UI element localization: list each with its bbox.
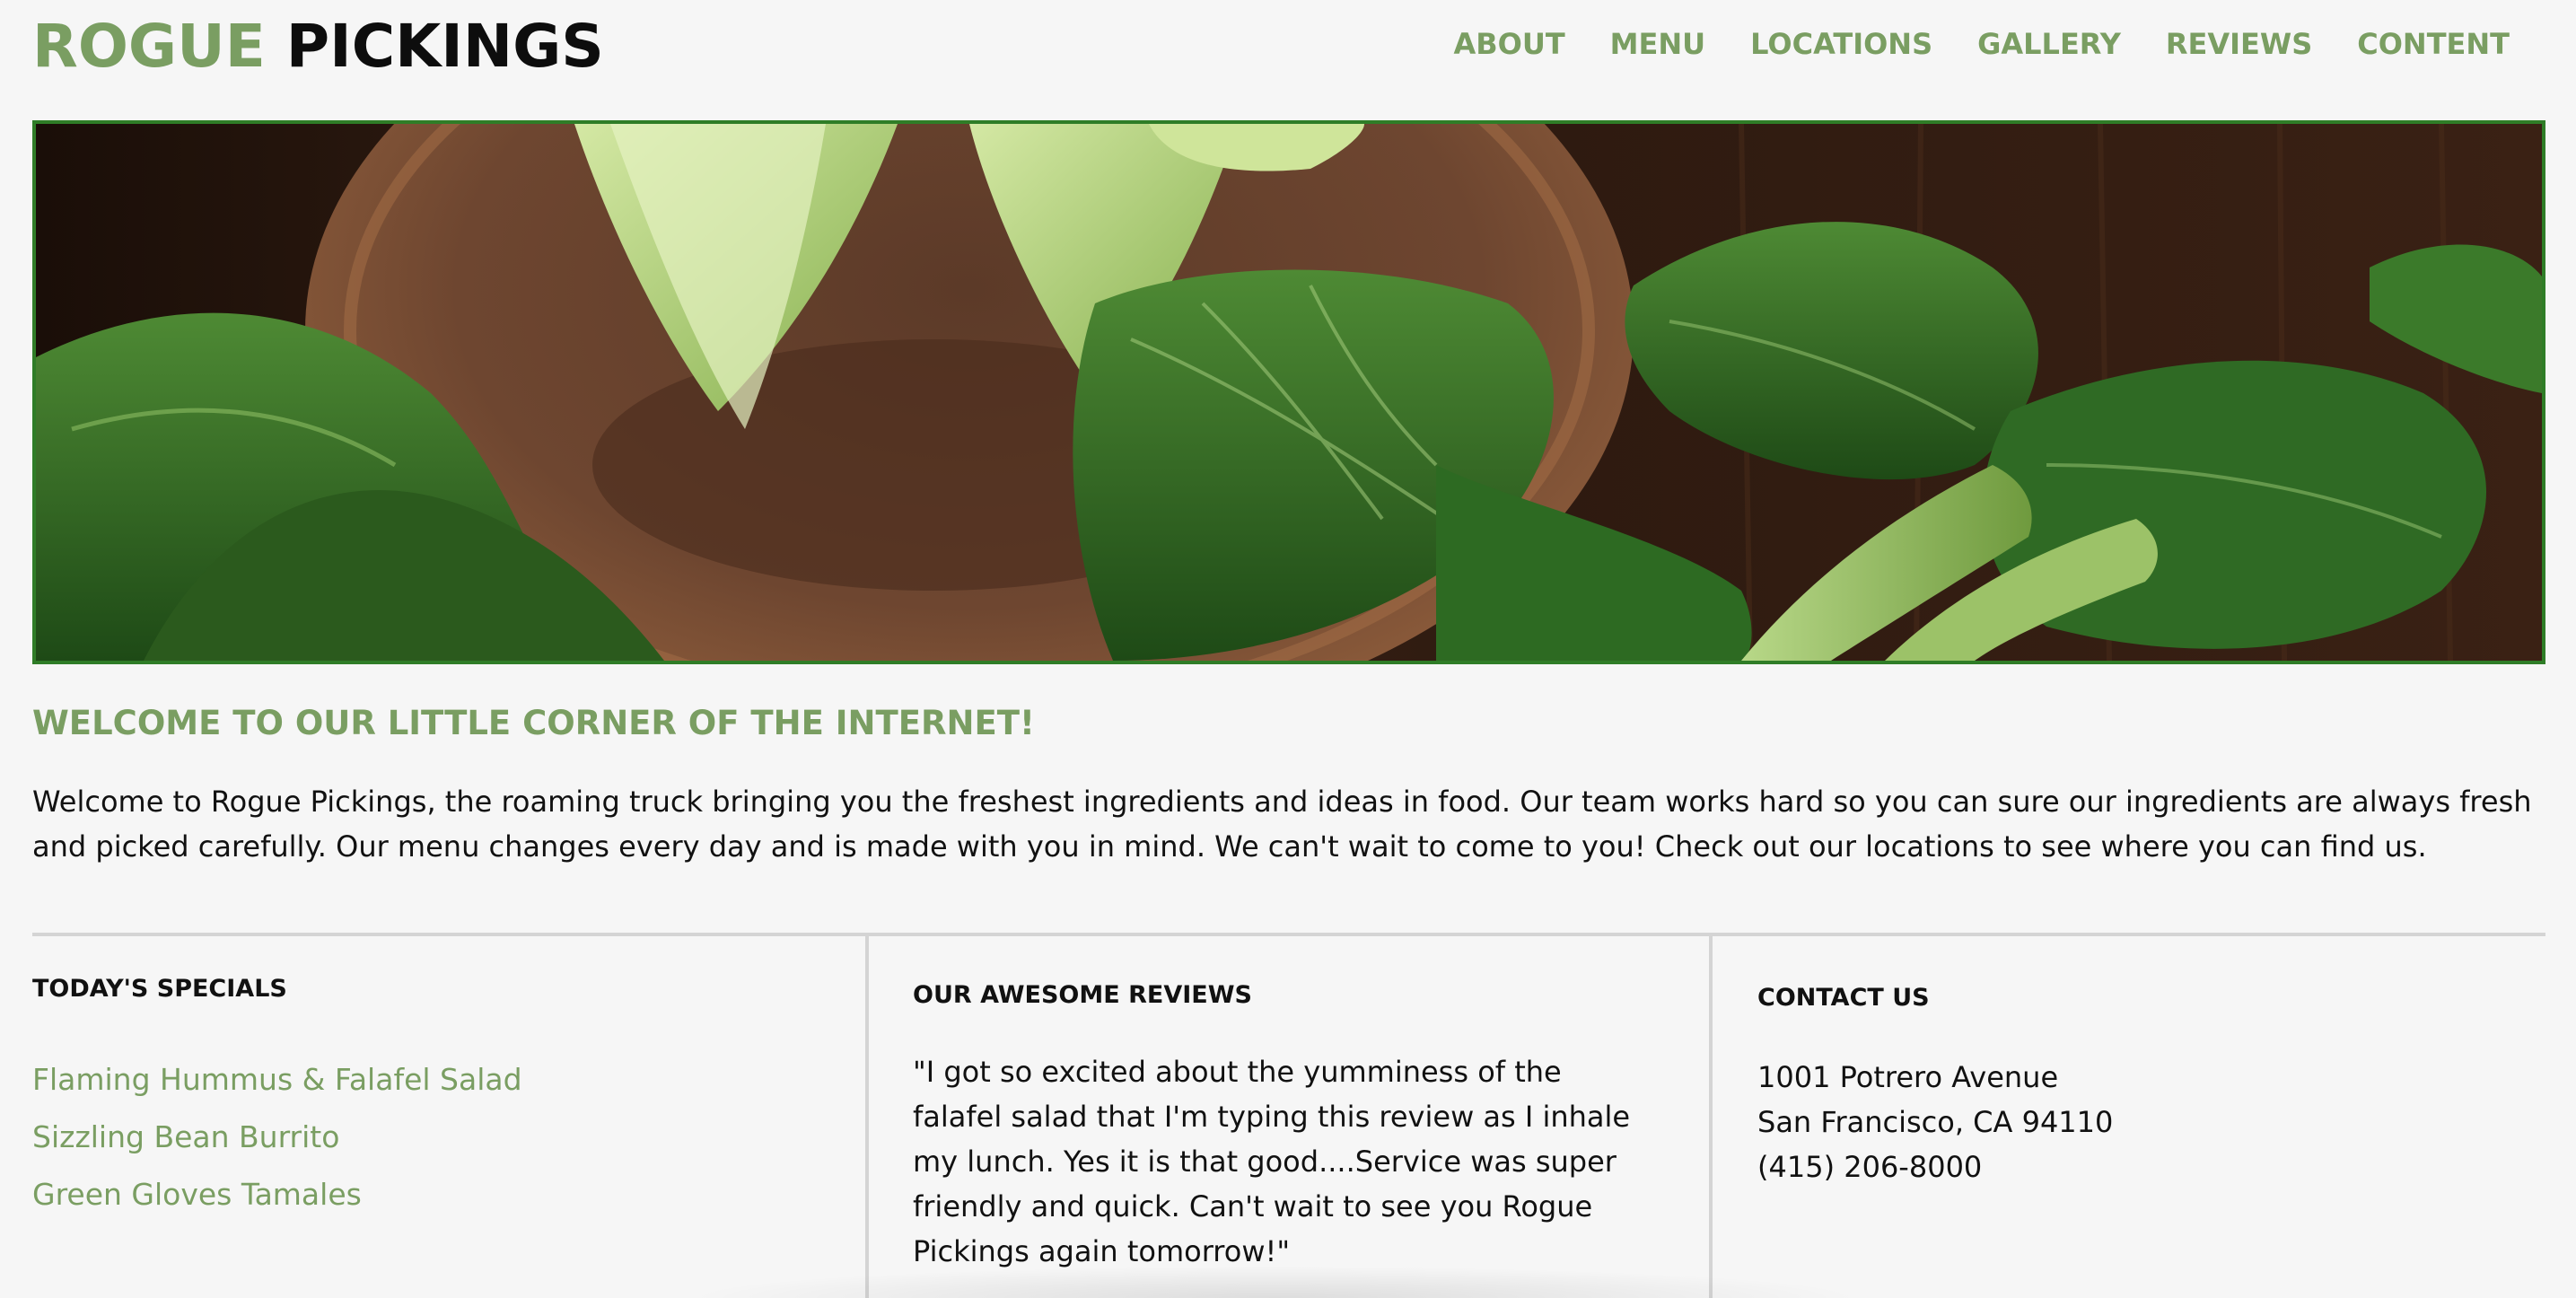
review-quote: "I got so excited about the yumminess of… [913, 1055, 1631, 1268]
special-item-3[interactable]: Green Gloves Tamales [32, 1166, 522, 1223]
contact-details: 1001 Potrero Avenue San Francisco, CA 94… [1757, 1055, 2113, 1189]
contact-phone[interactable]: (415) 206-8000 [1757, 1145, 2113, 1189]
hero-image [32, 120, 2545, 664]
specials-heading: TODAY'S SPECIALS [32, 975, 287, 1003]
main-nav: ABOUT MENU LOCATIONS GALLERY REVIEWS CON… [1454, 27, 2510, 61]
specials-column: TODAY'S SPECIALS Flaming Hummus & Falafe… [32, 936, 840, 1298]
nav-reviews[interactable]: REVIEWS [2166, 27, 2312, 61]
reviews-column: OUR AWESOME REVIEWS "I got so excited ab… [913, 936, 1685, 1298]
specials-list: Flaming Hummus & Falafel Salad Sizzling … [32, 1051, 522, 1223]
site-header: ROGUE PICKINGS ABOUT MENU LOCATIONS GALL… [0, 0, 2576, 108]
logo-rogue: ROGUE [32, 12, 266, 81]
nav-menu[interactable]: MENU [1610, 27, 1705, 61]
welcome-title: WELCOME TO OUR LITTLE CORNER OF THE INTE… [32, 704, 1035, 742]
column-separator-2 [1709, 936, 1713, 1298]
column-separator-1 [865, 936, 869, 1298]
hero-bok-choy-illustration [36, 124, 2542, 661]
contact-heading: CONTACT US [1757, 984, 1930, 1012]
logo-pickings: PICKINGS [285, 12, 604, 81]
contact-address-line1: 1001 Potrero Avenue [1757, 1060, 2059, 1094]
contact-column: CONTACT US 1001 Potrero Avenue San Franc… [1757, 936, 2529, 1298]
special-item-2[interactable]: Sizzling Bean Burrito [32, 1109, 522, 1166]
special-item-1[interactable]: Flaming Hummus & Falafel Salad [32, 1051, 522, 1109]
reviews-heading: OUR AWESOME REVIEWS [913, 981, 1252, 1009]
nav-gallery[interactable]: GALLERY [1977, 27, 2121, 61]
nav-locations[interactable]: LOCATIONS [1750, 27, 1932, 61]
welcome-paragraph: Welcome to Rogue Pickings, the roaming t… [32, 785, 2532, 864]
contact-address-line2: San Francisco, CA 94110 [1757, 1105, 2114, 1139]
nav-content[interactable]: CONTENT [2357, 27, 2510, 61]
nav-about[interactable]: ABOUT [1454, 27, 1565, 61]
site-logo[interactable]: ROGUE PICKINGS [32, 13, 604, 81]
